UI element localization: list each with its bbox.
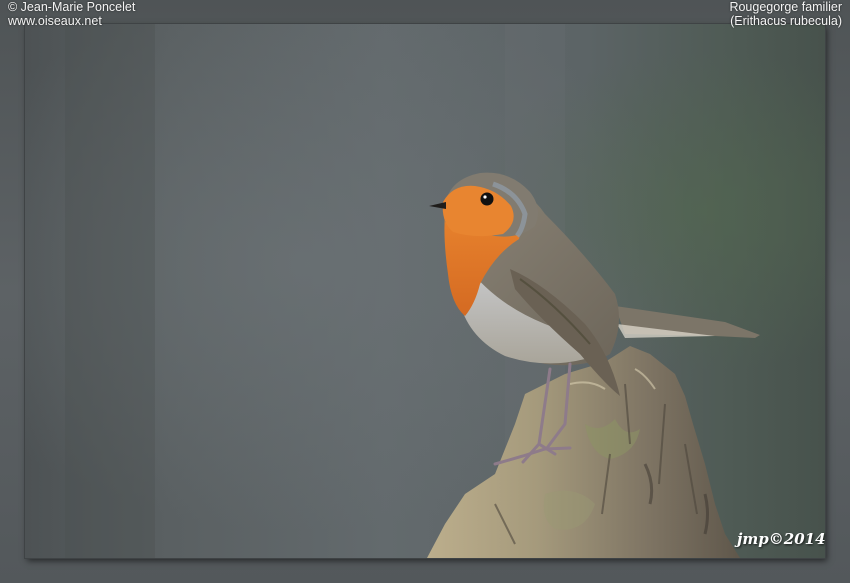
copyright-line: © Jean-Marie Poncelet [8, 0, 136, 14]
bird-photo [25, 24, 825, 558]
scientific-name: (Erithacus rubecula) [730, 14, 842, 28]
photo-credit: © Jean-Marie Poncelet www.oiseaux.net [8, 0, 135, 28]
photographer-signature: jmp©2014 [737, 530, 826, 548]
species-label: Rougegorge familier (Erithacus rubecula) [729, 0, 842, 28]
common-name: Rougegorge familier [729, 0, 842, 14]
website-link[interactable]: www.oiseaux.net [8, 14, 135, 28]
